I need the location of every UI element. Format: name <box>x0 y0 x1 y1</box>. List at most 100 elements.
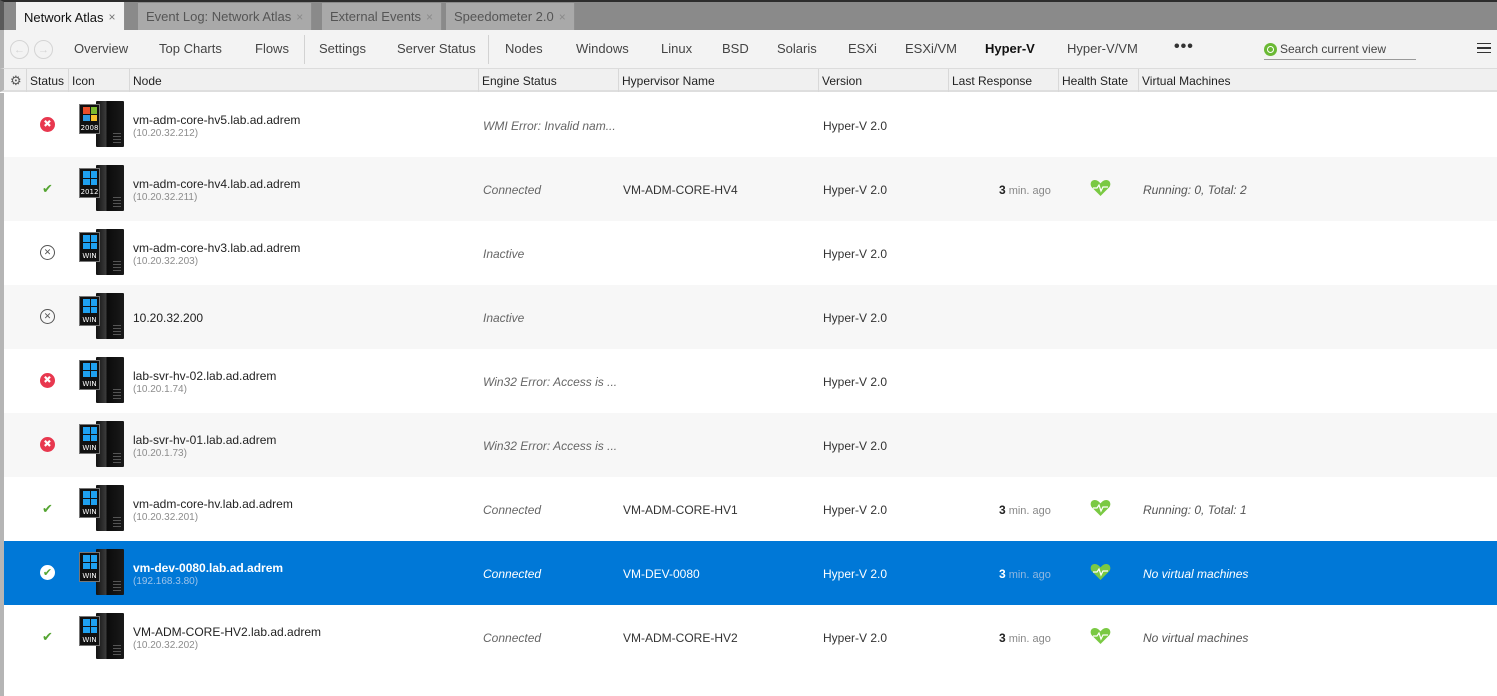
engine-status: WMI Error: Invalid nam... <box>483 119 616 133</box>
virtual-machines: Running: 0, Total: 1 <box>1143 503 1247 517</box>
tab-speedometer[interactable]: Speedometer 2.0 × <box>446 3 575 30</box>
column-hypervisor-name[interactable]: Hypervisor Name <box>618 69 715 92</box>
server-tower-icon <box>96 101 124 147</box>
search-icon <box>1264 42 1277 56</box>
column-node[interactable]: Node <box>129 69 162 92</box>
gear-icon[interactable]: ⚙ <box>10 74 23 87</box>
error-icon: ✖ <box>40 437 55 452</box>
nav-top-charts[interactable]: Top Charts <box>159 41 222 56</box>
last-response-unit: min. ago <box>1008 569 1051 581</box>
node-name: lab-svr-hv-02.lab.ad.adrem <box>133 369 277 383</box>
table-row[interactable]: ✔ WIN vm-dev-0080.lab.ad.adrem (192.168.3.8… <box>4 541 1497 605</box>
version: Hyper-V 2.0 <box>823 439 888 453</box>
windows-logo-icon: 2012 <box>79 168 100 198</box>
node-cell[interactable]: vm-adm-core-hv3.lab.ad.adrem (10.20.32.20… <box>133 241 300 267</box>
last-response-value: 3 <box>999 631 1006 645</box>
more-icon[interactable]: ••• <box>1174 38 1194 56</box>
nav-esxi-vm[interactable]: ESXi/VM <box>905 41 957 56</box>
node-cell[interactable]: lab-svr-hv-01.lab.ad.adrem (10.20.1.73) <box>133 433 276 459</box>
column-last-response[interactable]: Last Response <box>948 69 1032 92</box>
node-cell[interactable]: 10.20.32.200 <box>133 311 203 325</box>
node-cell[interactable]: vm-adm-core-hv4.lab.ad.adrem (10.20.32.21… <box>133 177 300 203</box>
last-response-unit: min. ago <box>1008 633 1051 645</box>
arrow-right-icon: → <box>38 43 49 56</box>
back-button[interactable]: ← <box>10 40 29 59</box>
table-row[interactable]: ✕ WIN 10.20.32.200 Inactive Hyper-V 2.0 <box>4 285 1497 349</box>
nav-server-status[interactable]: Server Status <box>397 41 476 56</box>
table-row[interactable]: ✖ 2008 vm-adm-core-hv5.lab.ad.adrem (10.20.… <box>4 93 1497 157</box>
nav-hyper-v[interactable]: Hyper-V <box>985 41 1035 56</box>
node-ip: (10.20.1.74) <box>133 384 187 395</box>
search-input[interactable]: Search current view <box>1264 39 1416 60</box>
table-row[interactable]: ✖ WIN lab-svr-hv-01.lab.ad.adrem (10.20.1.7… <box>4 413 1497 477</box>
table-row[interactable]: ✔ WIN VM-ADM-CORE-HV2.lab.ad.adrem (10.20.3… <box>4 605 1497 669</box>
hypervisor-name: VM-DEV-0080 <box>623 567 700 581</box>
server-icon: WIN <box>76 483 126 533</box>
table-row[interactable]: ✔ 2012 vm-adm-core-hv4.lab.ad.adrem (10.20.… <box>4 157 1497 221</box>
close-icon[interactable]: × <box>296 10 303 24</box>
hamburger-menu-icon[interactable] <box>1477 43 1491 53</box>
close-icon[interactable]: × <box>108 10 115 24</box>
node-cell[interactable]: vm-adm-core-hv5.lab.ad.adrem (10.20.32.21… <box>133 113 300 139</box>
hypervisor-name: VM-ADM-CORE-HV4 <box>623 183 738 197</box>
os-label: 2012 <box>80 188 99 196</box>
nav-flows[interactable]: Flows <box>255 41 289 56</box>
close-icon[interactable]: × <box>426 10 433 24</box>
node-ip: (10.20.32.211) <box>133 192 198 203</box>
node-cell[interactable]: vm-dev-0080.lab.ad.adrem (192.168.3.80) <box>133 561 283 587</box>
node-ip: (10.20.32.202) <box>133 640 199 651</box>
node-name: vm-adm-core-hv3.lab.ad.adrem <box>133 241 301 255</box>
windows-logo-icon: WIN <box>79 424 100 454</box>
check-icon: ✔ <box>42 180 53 196</box>
os-label: WIN <box>82 252 97 260</box>
table-row[interactable]: ✕ WIN vm-adm-core-hv3.lab.ad.adrem (10.20.3… <box>4 221 1497 285</box>
column-health-state[interactable]: Health State <box>1058 69 1128 92</box>
os-label: WIN <box>82 316 97 324</box>
windows-logo-icon: WIN <box>79 616 100 646</box>
search-placeholder: Search current view <box>1280 42 1387 56</box>
os-label: 2008 <box>80 124 99 132</box>
tab-event-log[interactable]: Event Log: Network Atlas × <box>138 3 313 30</box>
nav-esxi[interactable]: ESXi <box>848 41 877 56</box>
windows-logo-icon: WIN <box>79 552 100 582</box>
windows-logo-icon: WIN <box>79 360 100 390</box>
nav-linux[interactable]: Linux <box>661 41 692 56</box>
nav-hyper-v-vm[interactable]: Hyper-V/VM <box>1067 41 1138 56</box>
virtual-machines: No virtual machines <box>1143 631 1249 645</box>
nav-settings[interactable]: Settings <box>319 41 366 56</box>
tab-network-atlas[interactable]: Network Atlas × <box>16 2 125 32</box>
os-label: WIN <box>82 444 97 452</box>
column-engine-status[interactable]: Engine Status <box>478 69 557 92</box>
engine-status: Connected <box>483 567 542 581</box>
table-row[interactable]: ✔ WIN vm-adm-core-hv.lab.ad.adrem (10.20.32… <box>4 477 1497 541</box>
version: Hyper-V 2.0 <box>823 631 888 645</box>
column-status[interactable]: Status <box>26 69 64 92</box>
node-cell[interactable]: VM-ADM-CORE-HV2.lab.ad.adrem (10.20.32.20… <box>133 625 321 651</box>
version: Hyper-V 2.0 <box>823 119 888 133</box>
node-name: lab-svr-hv-01.lab.ad.adrem <box>133 433 277 447</box>
nav-solaris[interactable]: Solaris <box>777 41 817 56</box>
node-cell[interactable]: vm-adm-core-hv.lab.ad.adrem (10.20.32.201… <box>133 497 293 523</box>
server-tower-icon <box>96 357 124 403</box>
nav-nodes[interactable]: Nodes <box>505 41 543 56</box>
version: Hyper-V 2.0 <box>823 375 888 389</box>
close-icon[interactable]: × <box>559 10 566 24</box>
server-tower-icon <box>96 613 124 659</box>
error-icon: ✖ <box>40 117 55 132</box>
node-cell[interactable]: lab-svr-hv-02.lab.ad.adrem (10.20.1.74) <box>133 369 276 395</box>
nav-windows[interactable]: Windows <box>576 41 629 56</box>
node-ip: (10.20.32.201) <box>133 512 199 523</box>
last-response: 3 min. ago <box>999 567 1051 581</box>
check-icon: ✔ <box>40 565 55 580</box>
nav-bsd[interactable]: BSD <box>722 41 749 56</box>
node-name: vm-adm-core-hv5.lab.ad.adrem <box>133 113 301 127</box>
engine-status: Win32 Error: Access is ... <box>483 439 618 453</box>
nav-overview[interactable]: Overview <box>74 41 128 56</box>
tab-external-events[interactable]: External Events × <box>322 3 443 30</box>
column-version[interactable]: Version <box>818 69 862 92</box>
column-icon[interactable]: Icon <box>68 69 95 92</box>
column-virtual-machines[interactable]: Virtual Machines <box>1138 69 1231 92</box>
forward-button[interactable]: → <box>34 40 53 59</box>
table-row[interactable]: ✖ WIN lab-svr-hv-02.lab.ad.adrem (10.20.1.7… <box>4 349 1497 413</box>
check-icon: ✔ <box>42 628 53 644</box>
